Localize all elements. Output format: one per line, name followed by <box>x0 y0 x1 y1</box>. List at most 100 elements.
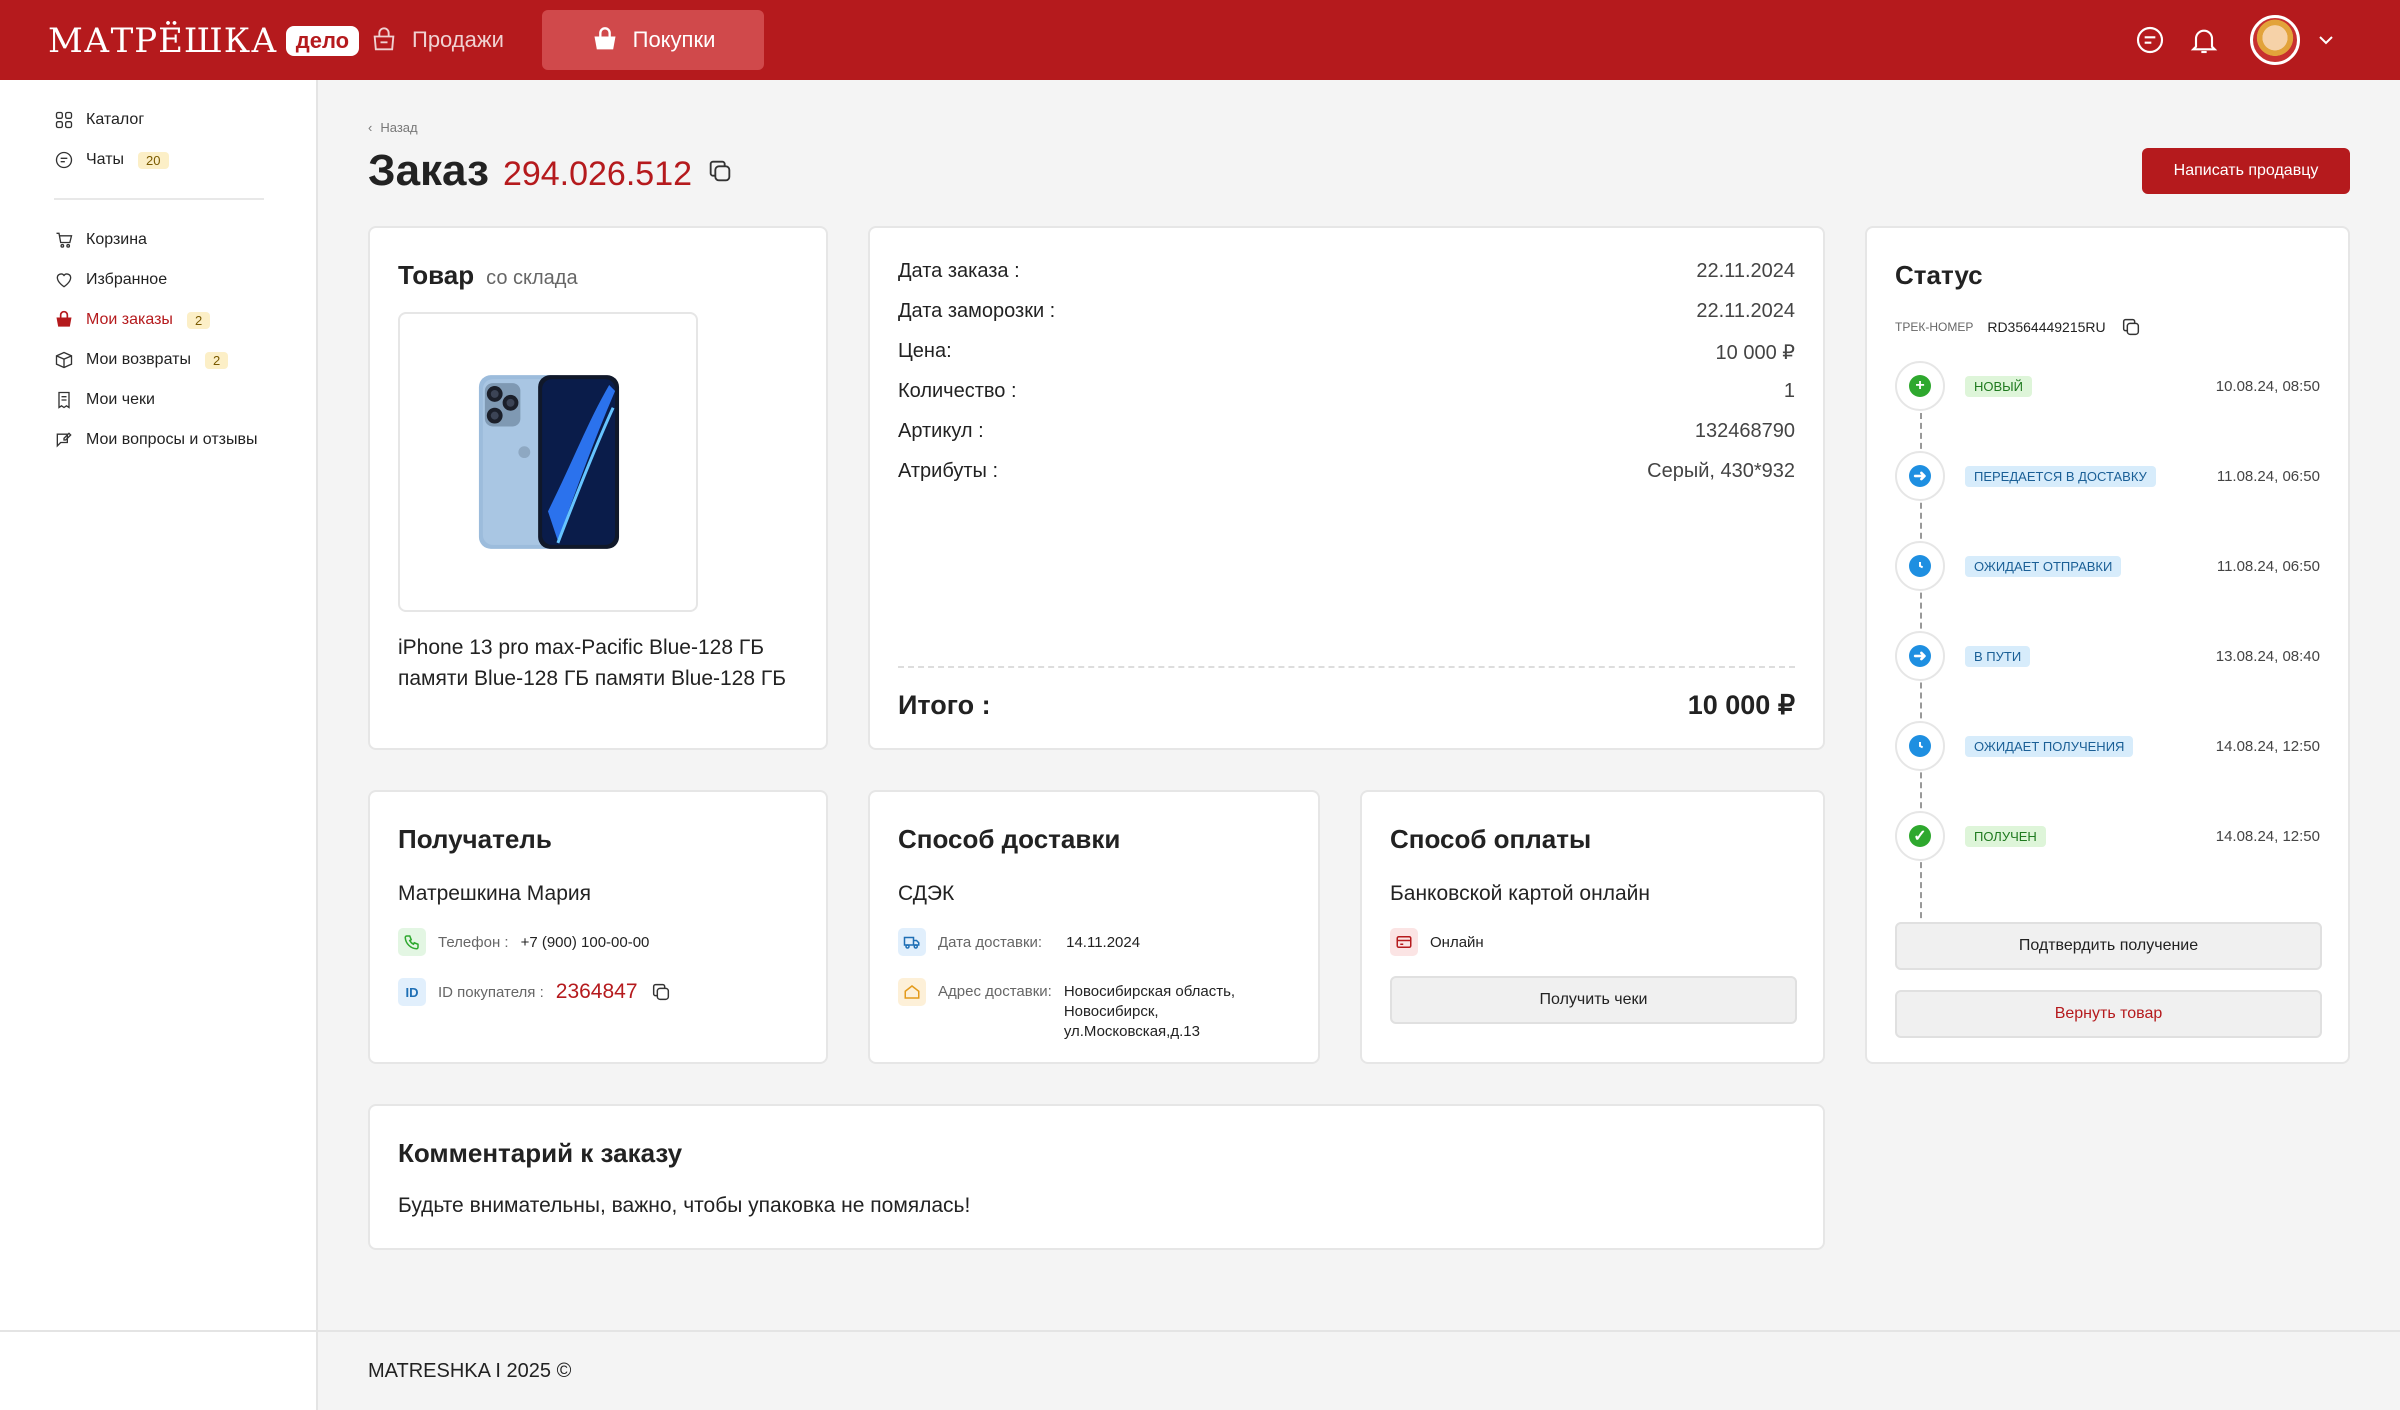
logo[interactable]: МАТРЁШКА дело <box>48 21 360 61</box>
delivery-address-row: Адрес доставки: Новосибирская область, Н… <box>898 978 1254 1042</box>
sidebar-item-questions-reviews[interactable]: Мои вопросы и отзывы <box>54 430 258 450</box>
sidebar-item-label: Мои вопросы и отзывы <box>86 431 258 448</box>
status-item-received: ✓ ПОЛУЧЕН 14.08.24, 12:50 <box>1895 811 2320 861</box>
track-number-row: ТРЕК-НОМЕР RD3564449215RU <box>1895 316 2142 338</box>
status-time: 14.08.24, 12:50 <box>2215 827 2320 845</box>
divider <box>898 666 1795 668</box>
footer-copyright: MATRESHKA I 2025 © <box>368 1360 572 1382</box>
status-item-in-transit: ➜ В ПУТИ 13.08.24, 08:40 <box>1895 631 2320 681</box>
bell-icon[interactable] <box>2188 24 2220 56</box>
id-label: ID покупателя : <box>438 983 544 1001</box>
check-icon: ✓ <box>1909 825 1931 847</box>
comment-text: Будьте внимательны, важно, чтобы упаковк… <box>398 1194 971 1217</box>
sidebar-item-my-orders[interactable]: Мои заказы 2 <box>54 310 211 330</box>
status-item-awaiting-dispatch: ОЖИДАЕТ ОТПРАВКИ 11.08.24, 06:50 <box>1895 541 2320 591</box>
status-time: 14.08.24, 12:50 <box>2215 737 2320 755</box>
sidebar-item-label: Мои чеки <box>86 391 155 408</box>
status-badge: НОВЫЙ <box>1965 375 2033 397</box>
payment-card: Способ оплаты Банковской картой онлайн О… <box>1360 790 1825 1064</box>
page-title: Заказ 294.026.512 <box>368 146 734 196</box>
delivery-date-row: Дата доставки: 14.11.2024 <box>898 928 1140 956</box>
review-icon <box>56 432 72 448</box>
status-card: Статус ТРЕК-НОМЕР RD3564449215RU + НОВЫЙ… <box>1865 226 2350 1064</box>
detail-row-price: Цена: 10 000 ₽ <box>898 340 1795 365</box>
order-total: Итого : 10 000 ₽ <box>898 690 1795 721</box>
id-icon: ID <box>398 978 426 1006</box>
payment-type: Онлайн <box>1430 933 1484 951</box>
detail-row-order-date: Дата заказа : 22.11.2024 <box>898 260 1795 283</box>
cart-icon <box>56 232 73 248</box>
sidebar-item-my-receipts[interactable]: Мои чеки <box>54 390 155 410</box>
detail-label: Атрибуты : <box>898 460 999 482</box>
chat-icon <box>55 151 73 169</box>
sidebar-item-chats[interactable]: Чаты 20 <box>54 150 169 170</box>
chevron-down-icon[interactable] <box>2314 28 2338 52</box>
sidebar-item-label: Избранное <box>86 271 168 288</box>
status-time: 13.08.24, 08:40 <box>2215 647 2320 665</box>
buyer-id-value: 2364847 <box>555 980 638 1003</box>
detail-value: Серый, 430*932 <box>1647 460 1795 482</box>
get-receipts-button[interactable]: Получить чеки <box>1390 976 1797 1024</box>
comment-title: Комментарий к заказу <box>398 1138 683 1168</box>
recipient-id: ID ID покупателя : 2364847 <box>398 978 672 1006</box>
total-label: Итого : <box>898 690 991 720</box>
logo-text: МАТРЁШКА <box>48 21 278 61</box>
sidebar-item-catalog[interactable]: Каталог <box>54 110 144 130</box>
chevron-left-icon: ‹ <box>368 120 373 135</box>
back-link[interactable]: ‹ Назад <box>368 120 418 135</box>
copy-icon[interactable] <box>2120 316 2142 338</box>
chats-count-badge: 20 <box>138 151 169 169</box>
sidebar-divider <box>54 198 264 200</box>
status-badge: ПЕРЕДАЕТСЯ В ДОСТАВКУ <box>1965 465 2156 487</box>
box-return-icon <box>55 351 73 369</box>
avatar[interactable] <box>2250 15 2300 65</box>
grid-icon <box>55 111 73 129</box>
status-title: Статус <box>1895 260 1983 290</box>
detail-label: Дата заморозки : <box>898 300 1056 322</box>
shop-icon <box>373 27 395 51</box>
recipient-name: Матрешкина Мария <box>398 882 591 905</box>
return-item-button[interactable]: Вернуть товар <box>1895 990 2322 1038</box>
sidebar-item-favorites[interactable]: Избранное <box>54 270 167 290</box>
page-title-text: Заказ <box>368 146 489 195</box>
footer-sidebar-strip <box>0 1332 318 1410</box>
product-source: со склада <box>486 267 578 289</box>
confirm-receipt-button[interactable]: Подтвердить получение <box>1895 922 2322 970</box>
order-details-card: Дата заказа : 22.11.2024 Дата заморозки :… <box>868 226 1825 750</box>
delivery-date-label: Дата доставки: <box>938 933 1043 951</box>
tab-sales[interactable]: Продажи <box>340 10 534 70</box>
status-badge: В ПУТИ <box>1965 645 2031 667</box>
status-badge: ОЖИДАЕТ ОТПРАВКИ <box>1965 555 2122 577</box>
comment-card: Комментарий к заказу Будьте внимательны,… <box>368 1104 1825 1250</box>
detail-row-quantity: Количество : 1 <box>898 380 1795 403</box>
sidebar-item-label: Мои возвраты <box>86 351 191 368</box>
tab-purchases-label: Покупки <box>632 27 716 52</box>
clock-icon <box>1909 735 1931 757</box>
total-value: 10 000 ₽ <box>1687 690 1795 720</box>
chat-icon[interactable] <box>2134 24 2166 56</box>
write-seller-button[interactable]: Написать продавцу <box>2142 148 2350 194</box>
basket-icon <box>594 27 616 50</box>
status-badge: ПОЛУЧЕН <box>1965 825 2046 847</box>
sidebar-item-label: Чаты <box>86 151 125 168</box>
sidebar-item-cart[interactable]: Корзина <box>54 230 147 250</box>
detail-value: 22.11.2024 <box>1696 260 1795 282</box>
copy-icon[interactable] <box>650 981 672 1003</box>
tab-purchases[interactable]: Покупки <box>542 10 764 70</box>
status-time: 11.08.24, 06:50 <box>2216 557 2320 575</box>
product-image[interactable] <box>398 312 698 612</box>
phone-label: Телефон : <box>438 933 509 951</box>
copy-icon[interactable] <box>706 157 734 185</box>
sidebar-item-my-returns[interactable]: Мои возвраты 2 <box>54 350 229 370</box>
detail-row-freeze-date: Дата заморозки : 22.11.2024 <box>898 300 1795 323</box>
detail-label: Дата заказа : <box>898 260 1020 282</box>
footer: MATRESHKA I 2025 © <box>0 1330 2400 1410</box>
card-icon <box>1390 928 1418 956</box>
track-number: RD3564449215RU <box>1987 319 2106 335</box>
sidebar: Каталог Чаты 20 Корзина Избранное Мои за… <box>0 80 318 1330</box>
phone-value[interactable]: +7 (900) 100-00-00 <box>521 934 650 951</box>
status-item-handover: ➜ ПЕРЕДАЕТСЯ В ДОСТАВКУ 11.08.24, 06:50 <box>1895 451 2320 501</box>
product-name[interactable]: iPhone 13 pro max-Pacific Blue-128 ГБ па… <box>398 632 828 694</box>
recipient-phone: Телефон : +7 (900) 100-00-00 <box>398 928 649 956</box>
basket-icon <box>56 310 72 327</box>
